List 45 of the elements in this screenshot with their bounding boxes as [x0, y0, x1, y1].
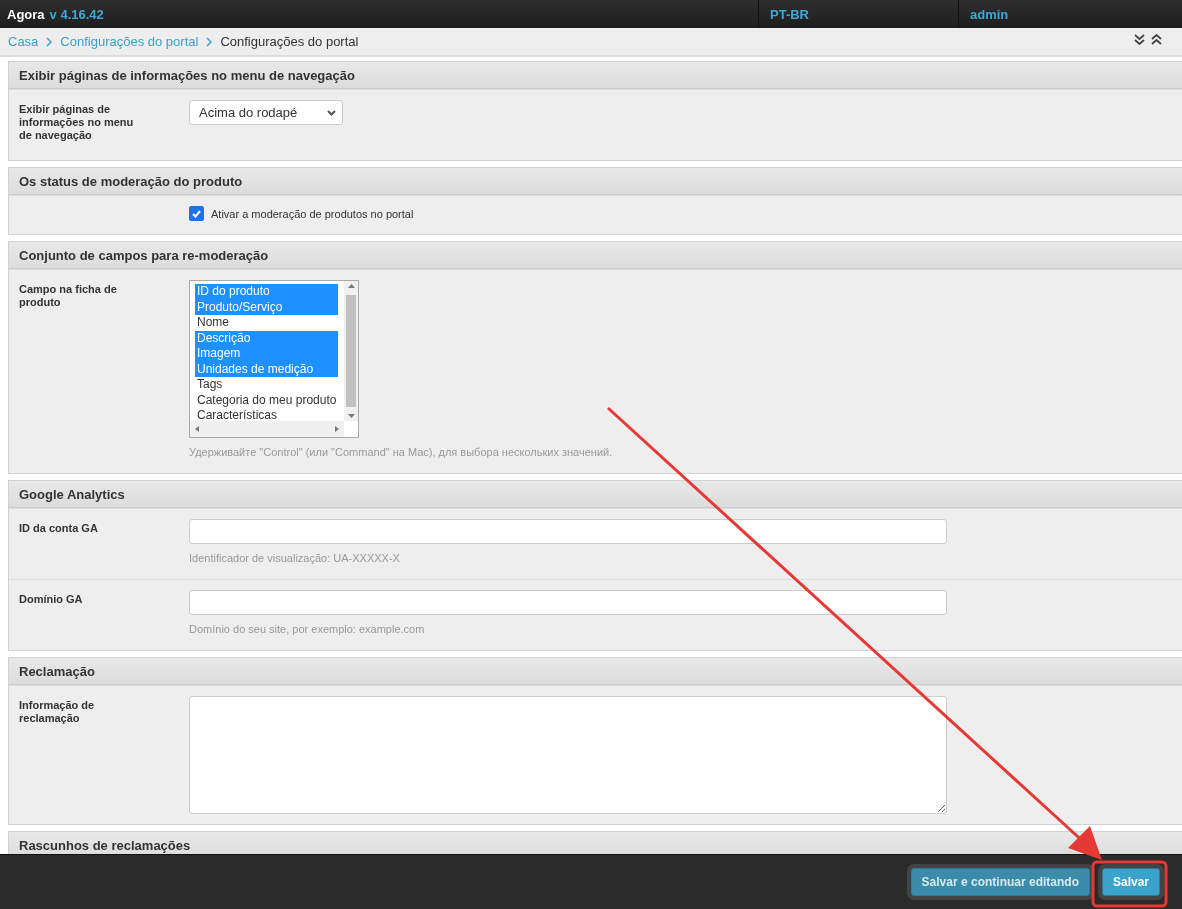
- help-text: Identificador de visualização: UA-XXXXX-X: [189, 552, 400, 564]
- checkbox-label: Ativar a moderação de produtos no portal: [211, 207, 414, 220]
- scrollbar-thumb[interactable]: [346, 295, 356, 407]
- breadcrumb-link[interactable]: Configurações do portal: [60, 34, 199, 49]
- field-label: Domínio GA: [19, 592, 84, 607]
- expand-all-icon[interactable]: [1134, 34, 1145, 45]
- panel-title: Os status de moderação do produto: [9, 168, 1182, 195]
- multi-select-list[interactable]: ID do produto Produto/Serviço Nome Descrição Imagem Unidades de medição Tags Categoria do meu produto Características: [189, 280, 359, 438]
- help-text: Domínio do seu site, por exemplo: example.com: [189, 623, 425, 635]
- brand-name: Agora: [7, 6, 45, 22]
- field-label: Informação de reclamação: [19, 698, 96, 726]
- scroll-down-icon[interactable]: [347, 413, 355, 419]
- chevron-right-icon: [206, 36, 213, 47]
- select-dropdown[interactable]: Acima do rodapé: [189, 100, 343, 125]
- breadcrumb-link[interactable]: Casa: [8, 34, 39, 49]
- scroll-up-icon[interactable]: [347, 283, 355, 289]
- list-option[interactable]: Descrição: [195, 330, 338, 346]
- chevron-icon: [327, 109, 336, 116]
- input-field[interactable]: [189, 590, 947, 615]
- checkbox[interactable]: [189, 206, 204, 221]
- panel-title: Conjunto de campos para re-moderação: [9, 242, 1182, 269]
- panel-title: Google Analytics: [9, 481, 1182, 508]
- list-option[interactable]: ID do produto: [195, 284, 338, 300]
- collapse-all-icon[interactable]: [1151, 34, 1162, 45]
- breadcrumb-current: Configurações do portal: [220, 34, 359, 49]
- list-option[interactable]: Imagem: [195, 346, 338, 362]
- panel-title: Reclamação: [9, 658, 1182, 685]
- list-option[interactable]: Nome: [195, 315, 338, 331]
- checkmark-icon: [192, 209, 201, 218]
- help-text: Удерживайте "Control" (или "Command" на Mac), для выбора нескольких значений.: [189, 446, 613, 458]
- input-field[interactable]: [189, 519, 947, 544]
- scroll-left-icon[interactable]: [194, 426, 201, 432]
- field-label: Exibir páginas de informações no menu de navegação: [19, 102, 135, 143]
- panel-title: Rascunhos de reclamações: [9, 832, 1182, 854]
- scroll-right-icon[interactable]: [333, 426, 340, 432]
- list-option[interactable]: Características: [195, 408, 338, 421]
- chevron-right-icon: [46, 36, 53, 47]
- list-option[interactable]: Tags: [195, 377, 338, 393]
- version-label: v 4.16.42: [49, 6, 104, 22]
- panel-title: Exibir páginas de informações no menu de navegação: [9, 62, 1182, 89]
- field-label: ID da conta GA: [19, 521, 99, 536]
- language-link[interactable]: PT-BR: [770, 6, 809, 22]
- field-label: Campo na ficha de produto: [19, 282, 118, 310]
- user-link[interactable]: admin: [970, 6, 1009, 22]
- list-option[interactable]: Categoria do meu produto: [195, 392, 338, 408]
